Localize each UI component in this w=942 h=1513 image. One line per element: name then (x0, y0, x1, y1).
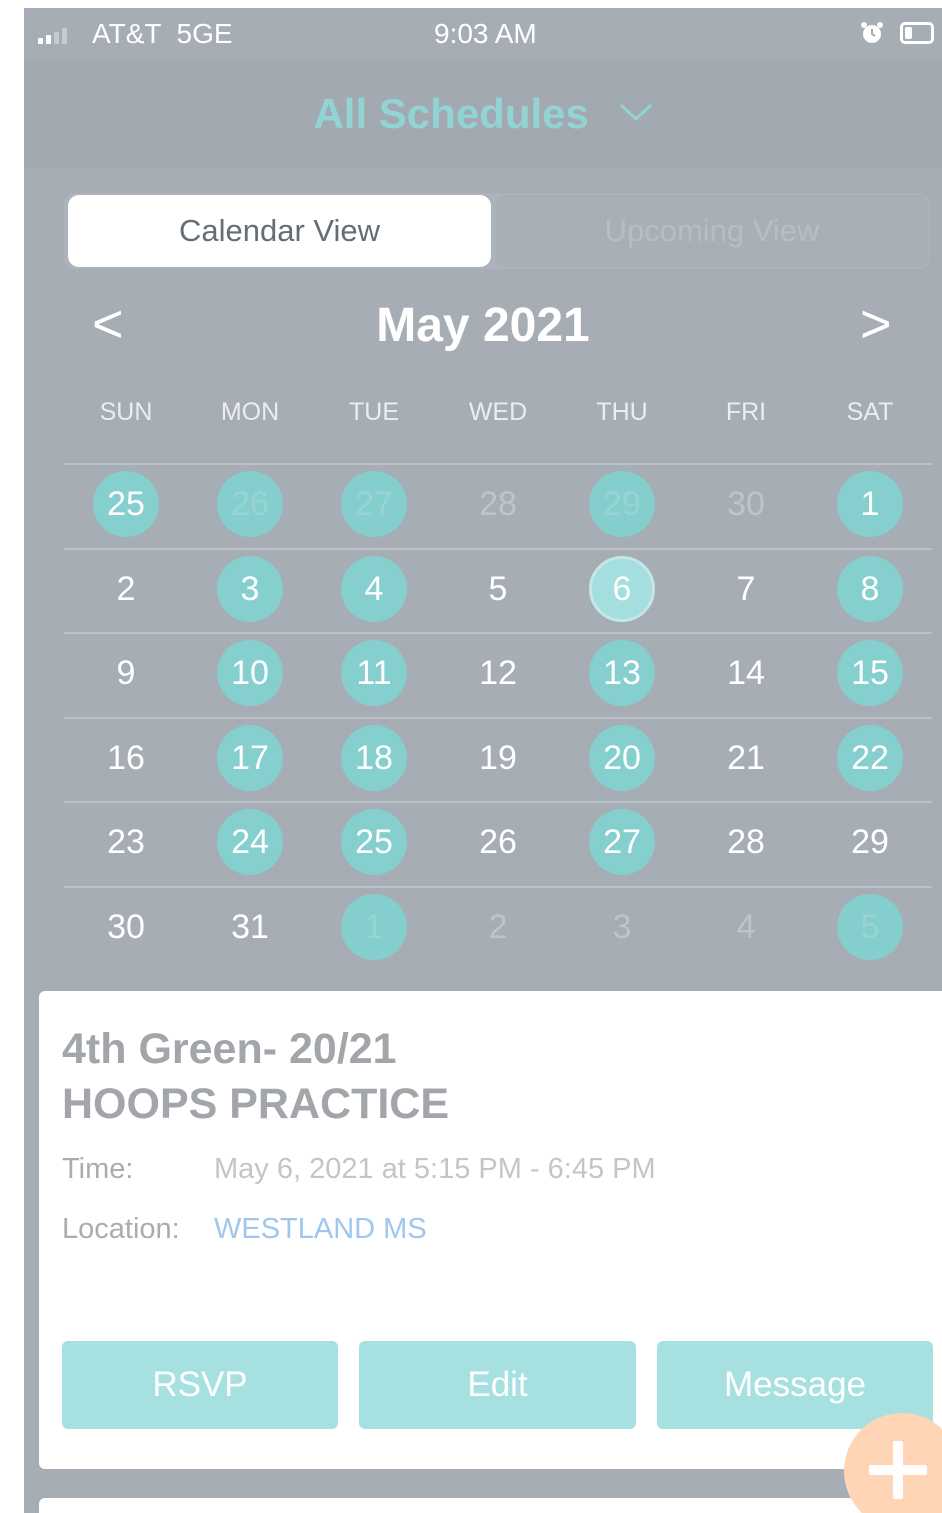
calendar-day[interactable]: 3 (589, 894, 655, 960)
schedule-title: All Schedules (313, 90, 589, 137)
calendar-day[interactable]: 22 (837, 724, 903, 791)
calendar-day[interactable]: 16 (93, 725, 159, 791)
calendar-view-tab[interactable]: Calendar View (68, 195, 491, 267)
battery-icon (900, 22, 934, 44)
calendar-day[interactable]: 25 (93, 471, 159, 537)
calendar-day[interactable]: 29 (837, 809, 903, 875)
calendar-day[interactable]: 12 (465, 640, 531, 706)
week-divider (64, 801, 932, 803)
calendar-day[interactable]: 5 (465, 556, 531, 622)
calendar-day[interactable]: 4 (713, 894, 779, 960)
weekday-label: THU (596, 398, 648, 426)
week-divider (64, 716, 932, 719)
calendar-day[interactable]: 25 (341, 809, 407, 875)
status-time: 9:03 AM (434, 18, 537, 49)
month-title: May 2021 (376, 299, 590, 352)
status-bar: AT&T 5GE 9:03 AM (24, 8, 942, 60)
calendar-day[interactable]: 2 (93, 556, 159, 622)
carrier-label: AT&T 5GE (92, 18, 233, 49)
calendar-day[interactable]: 8 (837, 555, 903, 622)
calendar-day[interactable]: 27 (589, 809, 655, 875)
calendar-day[interactable]: 29 (589, 471, 655, 537)
week-divider (64, 885, 932, 888)
weekday-label: SUN (99, 398, 153, 426)
rsvp-button[interactable]: RSVP (62, 1341, 338, 1429)
plus-icon (869, 1441, 927, 1499)
view-toggle: Calendar View Upcoming View (64, 193, 930, 269)
calendar-day[interactable]: 11 (341, 640, 407, 706)
calendar-day[interactable]: 18 (341, 724, 407, 791)
calendar-day[interactable]: 4 (341, 555, 407, 622)
week-divider (64, 632, 932, 634)
calendar-day[interactable]: 30 (93, 894, 159, 960)
selected-day[interactable]: 6 (589, 555, 655, 622)
calendar-day[interactable]: 19 (465, 725, 531, 791)
calendar-day[interactable]: 13 (589, 640, 655, 706)
upcoming-view-tab[interactable]: Upcoming View (496, 195, 928, 267)
nav-header: All Schedules (24, 60, 942, 168)
app-screen: AT&T 5GE 9:03 AM All Schedules Calendar … (24, 8, 942, 1513)
calendar-day[interactable]: 27 (341, 471, 407, 537)
calendar-day[interactable]: 17 (217, 724, 283, 791)
calendar-day[interactable]: 30 (713, 471, 779, 537)
calendar-day[interactable]: 10 (217, 640, 283, 706)
calendar-day[interactable]: 3 (217, 555, 283, 622)
event-team: 4th Green- 20/21 (62, 1025, 397, 1073)
chevron-down-icon (620, 104, 652, 121)
add-event-button[interactable] (844, 1413, 942, 1513)
event-title: HOOPS PRACTICE (62, 1080, 450, 1128)
calendar-day[interactable]: 20 (589, 724, 655, 791)
event-location-link[interactable]: WESTLAND MS (214, 1213, 427, 1246)
edit-button[interactable]: Edit (359, 1341, 636, 1429)
calendar-day[interactable]: 1 (341, 893, 407, 960)
week-divider (64, 463, 932, 465)
next-event-card[interactable] (39, 1498, 942, 1513)
weekday-label: MON (220, 398, 280, 426)
calendar-day[interactable]: 31 (217, 894, 283, 960)
calendar-day[interactable]: 23 (93, 809, 159, 875)
calendar-day[interactable]: 28 (713, 809, 779, 875)
calendar-day[interactable]: 5 (837, 893, 903, 960)
calendar-day[interactable]: 2 (465, 894, 531, 960)
calendar-day[interactable]: 26 (217, 471, 283, 537)
calendar-day[interactable]: 1 (837, 471, 903, 537)
weekday-label: TUE (349, 398, 399, 426)
week-divider (64, 547, 932, 550)
calendar-day[interactable]: 14 (713, 640, 779, 706)
calendar-day[interactable]: 7 (713, 556, 779, 622)
calendar-day[interactable]: 15 (837, 640, 903, 706)
calendar-day[interactable]: 28 (465, 471, 531, 537)
time-label: Time: (62, 1153, 134, 1185)
location-label: Location: (62, 1213, 180, 1245)
weekday-header: SUN MON TUE WED THU FRI SAT (64, 398, 932, 432)
schedule-selector[interactable]: All Schedules (24, 90, 942, 138)
alarm-icon (861, 22, 883, 43)
weekday-label: FRI (725, 398, 767, 426)
weekday-label: WED (468, 398, 528, 426)
calendar-day[interactable]: 24 (217, 809, 283, 875)
calendar-day[interactable]: 9 (93, 640, 159, 706)
calendar-day[interactable]: 21 (713, 725, 779, 791)
next-month-button[interactable]: > (860, 293, 892, 355)
event-card[interactable]: 4th Green- 20/21 HOOPS PRACTICE Time: Ma… (39, 991, 942, 1469)
event-time: May 6, 2021 at 5:15 PM - 6:45 PM (214, 1153, 656, 1185)
calendar-day[interactable]: 26 (465, 809, 531, 875)
weekday-label: SAT (846, 398, 894, 426)
